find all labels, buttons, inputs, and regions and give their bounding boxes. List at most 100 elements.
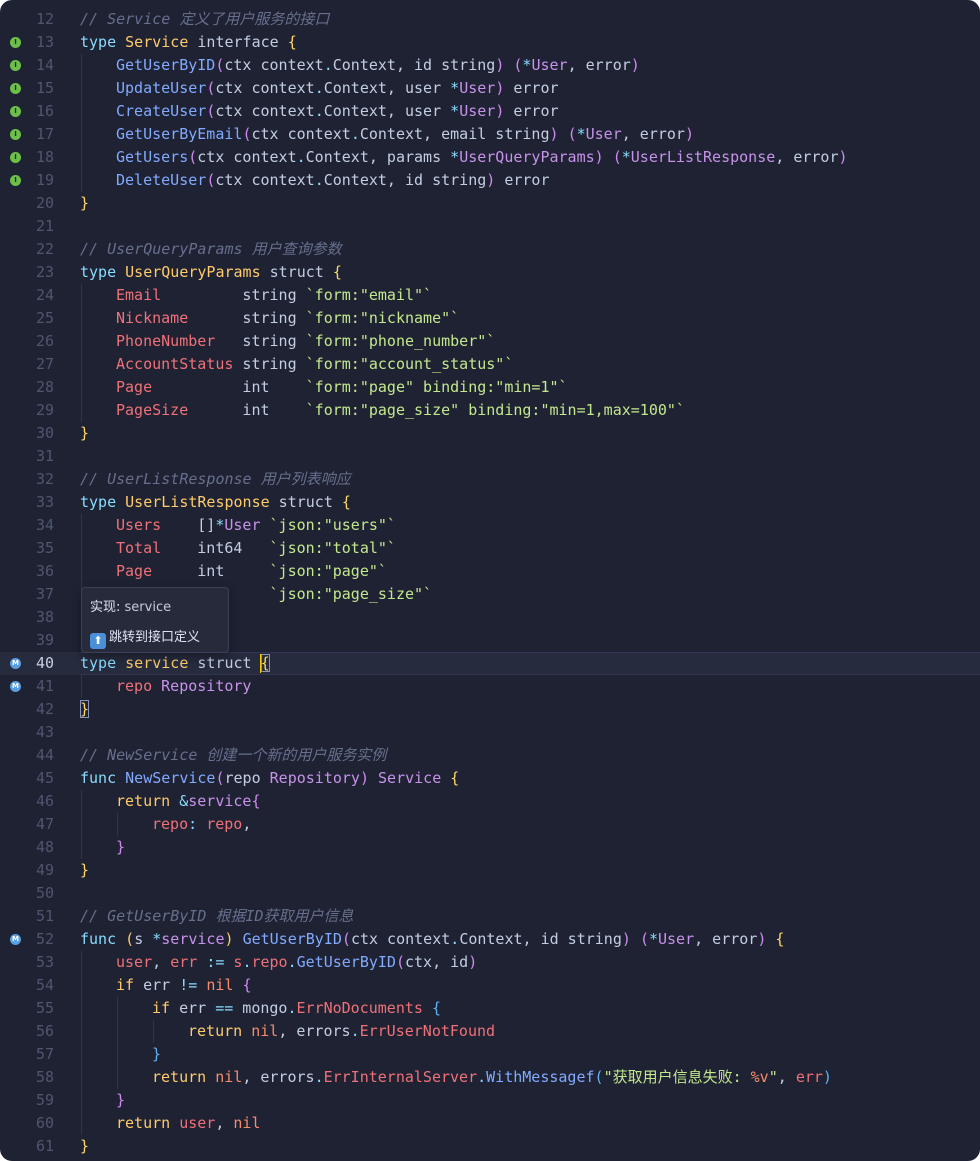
code-line[interactable]: 58 return nil, errors.ErrInternalServer.W… [0, 1066, 980, 1089]
code-line[interactable]: 55 if err == mongo.ErrNoDocuments { [0, 997, 980, 1020]
code-line[interactable]: I 17 GetUserByEmail (ctx context.Context, e… [0, 123, 980, 146]
method-marker-icon[interactable]: M [10, 658, 21, 669]
code-text[interactable]: func NewService(repo Repository) Service… [80, 767, 459, 790]
code-text[interactable]: if err == mongo.ErrNoDocuments { [152, 997, 441, 1020]
code-line[interactable]: 26 PhoneNumber string `form:"phone_number… [0, 330, 980, 353]
code-line[interactable]: I 13 type Service interface { [0, 31, 980, 54]
code-text[interactable]: } [116, 836, 125, 859]
code-text[interactable]: type UserListResponse struct { [80, 491, 351, 514]
implementation-marker-icon[interactable]: I [10, 60, 21, 71]
code-line[interactable]: 42} [0, 698, 980, 721]
code-text[interactable]: AccountStatus string `form:"account_stat… [116, 353, 513, 376]
code-line[interactable]: 25 Nickname string `form:"nickname"` [0, 307, 980, 330]
code-text[interactable]: Users []*User `json:"users"` [116, 514, 396, 537]
code-text[interactable]: // NewService 创建一个新的用户服务实例 [80, 744, 386, 767]
code-text[interactable]: } [152, 1043, 161, 1066]
implementation-marker-icon[interactable]: I [10, 175, 21, 186]
code-text[interactable]: UpdateUser(ctx context.Context, user *Us… [116, 77, 559, 100]
code-line[interactable]: 34 Users []*User `json:"users"` [0, 514, 980, 537]
code-text[interactable]: type Service interface { [80, 31, 297, 54]
implementation-marker-icon[interactable]: I [10, 129, 21, 140]
code-text[interactable]: type service struct { [80, 652, 270, 675]
code-text[interactable]: repo: repo, [152, 813, 251, 836]
code-text[interactable]: GetUsers(ctx context.Context, params *Us… [116, 146, 848, 169]
code-text[interactable]: return nil, errors.ErrUserNotFound [188, 1020, 495, 1043]
code-text[interactable]: // GetUserByID 根据ID获取用户信息 [80, 905, 354, 928]
code-line[interactable]: M 40 type service struct { [0, 652, 980, 675]
code-line[interactable]: I 16 CreateUser(ctx context.Context, user … [0, 100, 980, 123]
implementation-marker-icon[interactable]: I [10, 106, 21, 117]
code-text[interactable]: PhoneNumber string `form:"phone_number"` [116, 330, 495, 353]
goto-interface-link[interactable]: ⬆ 跳转到接口定义 [90, 626, 200, 649]
code-line[interactable]: 28 Page int `form:"page" binding:"min=1"` [0, 376, 980, 399]
code-line[interactable]: 23 type UserQueryParams struct { [0, 261, 980, 284]
code-line[interactable]: I 19 DeleteUser(ctx context.Context, id st… [0, 169, 980, 192]
code-line[interactable]: 46 return &service{ [0, 790, 980, 813]
code-text[interactable]: // Service 定义了用户服务的接口 [80, 8, 329, 31]
code-line[interactable]: 45 func NewService(repo Repository) Servi… [0, 767, 980, 790]
code-line[interactable]: 32 // UserListResponse 用户列表响应 [0, 468, 980, 491]
code-line[interactable]: 33 type UserListResponse struct { [0, 491, 980, 514]
code-text[interactable]: } [80, 422, 89, 445]
code-text[interactable]: PageSize int `form:"page_size" binding:"… [116, 399, 685, 422]
code-line[interactable]: 30} [0, 422, 980, 445]
code-line[interactable]: 51 // GetUserByID 根据ID获取用户信息 [0, 905, 980, 928]
code-text[interactable]: Page int `json:"page"` [116, 560, 387, 583]
method-marker-icon[interactable]: M [10, 934, 21, 945]
code-line[interactable]: 29 PageSize int `form:"page_size" binding… [0, 399, 980, 422]
code-line[interactable]: 35 Total int64 `json:"total"` [0, 537, 980, 560]
method-marker-icon[interactable]: M [10, 681, 21, 692]
code-text[interactable]: // UserQueryParams 用户查询参数 [80, 238, 342, 261]
code-line[interactable]: M 41 repo Repository [0, 675, 980, 698]
code-text[interactable]: Page int `form:"page" binding:"min=1"` [116, 376, 568, 399]
code-text[interactable]: } [80, 1135, 89, 1158]
code-lines[interactable]: 12 // Service 定义了用户服务的接口 I 13 type Service i… [0, 8, 980, 1158]
code-line[interactable]: 50 [0, 882, 980, 905]
code-line[interactable]: 57} [0, 1043, 980, 1066]
implementation-marker-icon[interactable]: I [10, 152, 21, 163]
code-line[interactable]: 43 [0, 721, 980, 744]
code-line[interactable]: 31 [0, 445, 980, 468]
code-line[interactable]: 44 // NewService 创建一个新的用户服务实例 [0, 744, 980, 767]
code-line[interactable]: 12 // Service 定义了用户服务的接口 [0, 8, 980, 31]
code-text[interactable]: GetUserByID(ctx context.Context, id stri… [116, 54, 640, 77]
code-line[interactable]: 53 user, err := s.repo.GetUserByID(ctx, i… [0, 951, 980, 974]
code-text[interactable]: type UserQueryParams struct { [80, 261, 342, 284]
code-text[interactable]: return user, nil [116, 1112, 261, 1135]
code-text[interactable]: if err != nil { [116, 974, 251, 997]
code-text[interactable]: GetUserByEmail (ctx context.Context, emai… [116, 123, 694, 146]
code-line[interactable]: 36 Page int `json:"page"` [0, 560, 980, 583]
code-text[interactable]: Total int64 `json:"total"` [116, 537, 396, 560]
code-text[interactable]: DeleteUser(ctx context.Context, id strin… [116, 169, 550, 192]
code-line[interactable]: 21 [0, 215, 980, 238]
code-text[interactable]: return nil, errors.ErrInternalServer.Wit… [152, 1066, 832, 1089]
code-line[interactable]: 56 return nil, errors.ErrUserNotFound [0, 1020, 980, 1043]
code-text[interactable]: CreateUser(ctx context.Context, user *Us… [116, 100, 559, 123]
code-line[interactable]: I 14 GetUserByID(ctx context.Context, id s… [0, 54, 980, 77]
code-text[interactable]: // UserListResponse 用户列表响应 [80, 468, 351, 491]
code-text[interactable]: Nickname string `form:"nickname"` [116, 307, 459, 330]
code-text[interactable]: } [80, 698, 90, 721]
code-line[interactable]: 61} [0, 1135, 980, 1158]
code-text[interactable]: } [80, 192, 89, 215]
code-line[interactable]: 59} [0, 1089, 980, 1112]
code-text[interactable]: Email string `form:"email"` [116, 284, 432, 307]
code-line[interactable]: I 18 GetUsers(ctx context.Context, params … [0, 146, 980, 169]
code-line[interactable]: 48} [0, 836, 980, 859]
code-text[interactable]: user, err := s.repo.GetUserByID(ctx, id) [116, 951, 477, 974]
code-line[interactable]: 49} [0, 859, 980, 882]
implementation-marker-icon[interactable]: I [10, 37, 21, 48]
code-line[interactable]: M 52 func (s *service) GetUserByID(ctx con… [0, 928, 980, 951]
code-line[interactable]: 24 Email string `form:"email"` [0, 284, 980, 307]
code-text[interactable]: func (s *service) GetUserByID(ctx contex… [80, 928, 784, 951]
code-text[interactable]: } [116, 1089, 125, 1112]
code-line[interactable]: 54 if err != nil { [0, 974, 980, 997]
code-line[interactable]: 60 return user, nil [0, 1112, 980, 1135]
code-line[interactable]: 20} [0, 192, 980, 215]
code-line[interactable]: 47 repo: repo, [0, 813, 980, 836]
code-line[interactable]: 27 AccountStatus string `form:"account_st… [0, 353, 980, 376]
code-text[interactable]: return &service{ [116, 790, 261, 813]
code-line[interactable]: 22 // UserQueryParams 用户查询参数 [0, 238, 980, 261]
code-line[interactable]: I 15 UpdateUser(ctx context.Context, user … [0, 77, 980, 100]
code-text[interactable]: repo Repository [116, 675, 251, 698]
